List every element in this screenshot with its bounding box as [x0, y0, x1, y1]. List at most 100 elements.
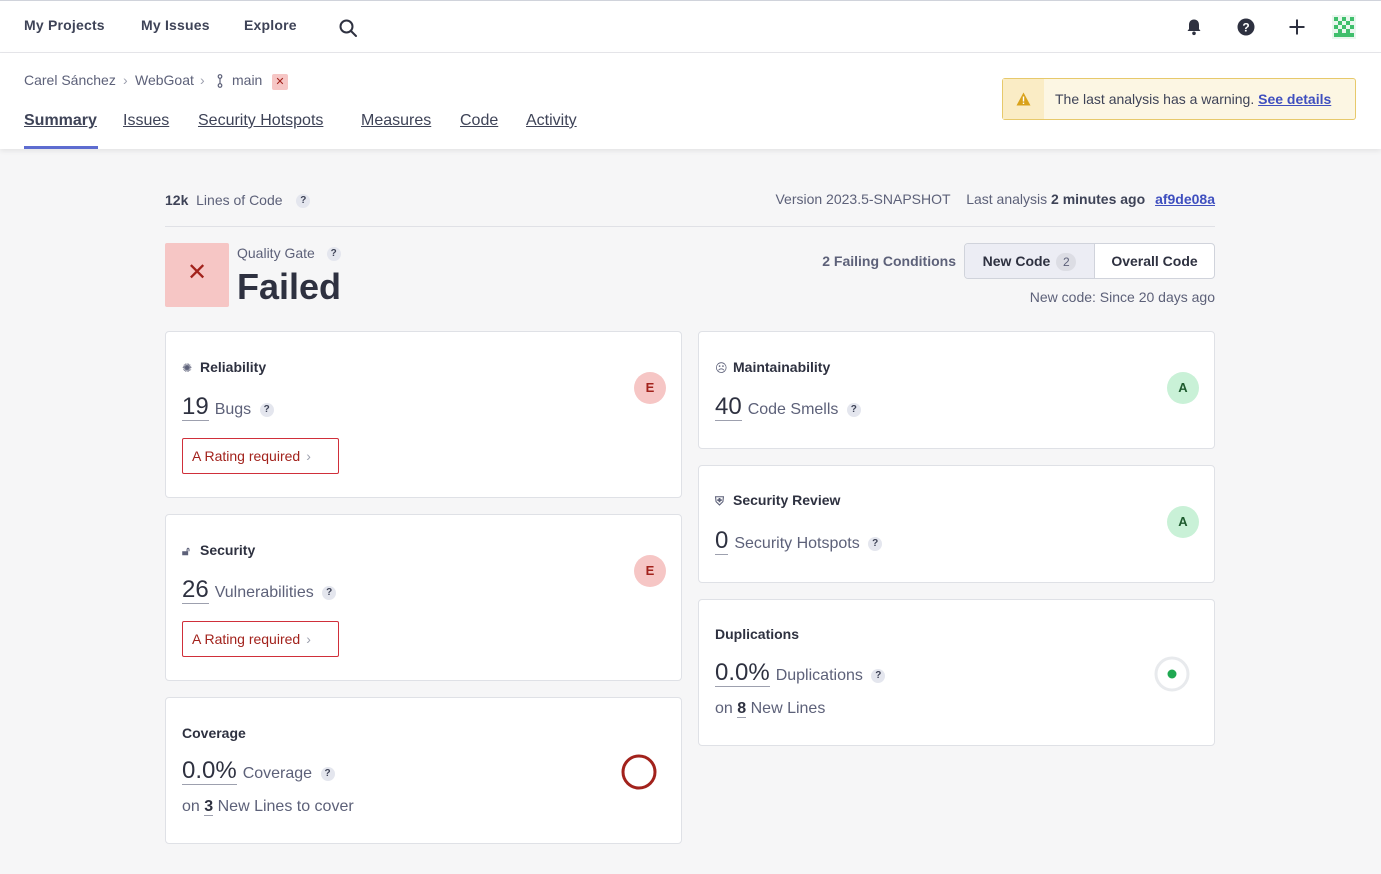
- new-code-since: New code: Since 20 days ago: [1029, 289, 1215, 305]
- breadcrumb-project[interactable]: WebGoat: [135, 72, 194, 88]
- search-icon[interactable]: [338, 18, 358, 38]
- duplications-card: Duplications 0.0% Duplications ? on 8 New…: [698, 599, 1215, 746]
- card-title: Maintainability: [733, 359, 831, 375]
- rating-required-label: A Rating required: [192, 448, 301, 464]
- warning-text-wrapper: The last analysis has a warning. See det…: [1055, 91, 1331, 107]
- quality-gate-label: Quality Gate: [237, 245, 315, 261]
- metric-wrapper: 0 Security Hotspots ?: [715, 527, 883, 555]
- reliability-rating[interactable]: E: [634, 372, 666, 404]
- metric-wrapper: 19 Bugs ?: [182, 393, 274, 421]
- smile-icon: ☹︎: [715, 361, 728, 375]
- help-icon[interactable]: ?: [868, 536, 883, 551]
- avatar[interactable]: [1332, 15, 1356, 39]
- security-review-rating[interactable]: A: [1167, 506, 1199, 538]
- tab-measures[interactable]: Measures: [361, 112, 431, 130]
- security-card: 🔓︎ Security 26 Vulnerabilities ? A Rating …: [165, 514, 682, 681]
- nav-explore[interactable]: Explore: [244, 17, 297, 33]
- card-title: Security Review: [733, 492, 841, 508]
- metric-wrapper: 0.0% Coverage ?: [182, 757, 335, 785]
- bug-icon: ✺: [182, 361, 193, 375]
- new-lines-count[interactable]: 3: [204, 798, 214, 816]
- analysis-meta: Version 2023.5-SNAPSHOT Last analysis 2 …: [775, 191, 1215, 207]
- card-title-wrapper: ✺ Reliability: [182, 359, 266, 375]
- warning-icon: [1016, 92, 1031, 106]
- card-title-wrapper: 🔓︎ Security: [182, 542, 255, 559]
- top-navbar: My Projects My Issues Explore ?: [0, 0, 1381, 53]
- code-smells-value[interactable]: 40: [715, 393, 742, 421]
- card-title: Security: [200, 542, 256, 558]
- failed-status-icon: ✕: [272, 74, 288, 90]
- bugs-value[interactable]: 19: [182, 393, 209, 421]
- security-rating[interactable]: E: [634, 555, 666, 587]
- coverage-value[interactable]: 0.0%: [182, 757, 237, 785]
- loc-label: Lines of Code: [196, 192, 283, 208]
- rating-required-button[interactable]: A Rating required ›: [182, 438, 339, 474]
- on-label: on: [715, 700, 733, 717]
- vulnerabilities-label: Vulnerabilities: [214, 584, 314, 601]
- security-hotspots-value[interactable]: 0: [715, 527, 729, 555]
- vulnerabilities-value[interactable]: 26: [182, 576, 209, 604]
- version-text: Version 2023.5-SNAPSHOT: [775, 191, 951, 207]
- tab-security-hotspots[interactable]: Security Hotspots: [198, 112, 323, 130]
- help-icon[interactable]: ?: [871, 668, 886, 683]
- commit-link[interactable]: af9de08a: [1155, 191, 1215, 207]
- duplications-new-lines: on 8 New Lines: [715, 700, 825, 718]
- nav-my-projects[interactable]: My Projects: [24, 17, 105, 33]
- last-analysis-label: Last analysis: [966, 191, 1048, 207]
- help-icon[interactable]: ?: [320, 766, 335, 781]
- help-icon[interactable]: ?: [1237, 18, 1255, 36]
- warning-text: The last analysis has a warning.: [1055, 91, 1255, 107]
- chevron-right-icon: ›: [123, 72, 128, 88]
- new-code-button[interactable]: New Code 2: [965, 244, 1095, 278]
- new-lines-count[interactable]: 8: [737, 700, 747, 718]
- help-icon[interactable]: ?: [326, 247, 341, 262]
- metric-wrapper: 0.0% Duplications ?: [715, 659, 886, 687]
- nav-my-issues[interactable]: My Issues: [141, 17, 210, 33]
- quality-gate-status-icon: ✕: [165, 243, 229, 307]
- plus-icon[interactable]: [1288, 18, 1306, 36]
- rating-required-button[interactable]: A Rating required ›: [182, 621, 339, 657]
- card-title: Coverage: [182, 725, 246, 741]
- svg-text:?: ?: [1242, 21, 1249, 35]
- new-lines-label: New Lines: [750, 700, 826, 717]
- overall-code-button[interactable]: Overall Code: [1095, 244, 1214, 278]
- tab-summary[interactable]: Summary: [24, 112, 97, 130]
- bugs-label: Bugs: [214, 401, 252, 418]
- security-review-card: ⛨ Security Review 0 Security Hotspots ? A: [698, 465, 1215, 583]
- card-title-wrapper: ☹︎ Maintainability: [715, 359, 830, 375]
- code-smells-label: Code Smells: [747, 401, 839, 418]
- metric-wrapper: 26 Vulnerabilities ?: [182, 576, 337, 604]
- project-header: Carel Sánchez › WebGoat › main ✕ Summary…: [0, 53, 1381, 149]
- metric-wrapper: 40 Code Smells ?: [715, 393, 861, 421]
- bell-icon[interactable]: [1185, 18, 1203, 36]
- tab-activity[interactable]: Activity: [526, 112, 577, 130]
- on-label: on: [182, 798, 200, 815]
- chevron-right-icon: ›: [200, 72, 205, 88]
- divider: [165, 226, 1215, 227]
- tab-issues[interactable]: Issues: [123, 112, 169, 130]
- new-lines-label: New Lines to cover: [217, 798, 354, 815]
- see-details-link[interactable]: See details: [1258, 91, 1331, 107]
- help-icon[interactable]: ?: [322, 585, 337, 600]
- help-icon[interactable]: ?: [259, 402, 274, 417]
- lines-of-code: 12k Lines of Code ?: [165, 192, 311, 209]
- card-title: Reliability: [200, 359, 267, 375]
- last-analysis-time: 2 minutes ago: [1051, 191, 1146, 207]
- breadcrumb-org[interactable]: Carel Sánchez: [24, 72, 116, 88]
- maintainability-rating[interactable]: A: [1167, 372, 1199, 404]
- duplications-label: Duplications: [775, 667, 863, 684]
- help-icon[interactable]: ?: [296, 194, 311, 209]
- coverage-card: Coverage 0.0% Coverage ? on 3 New Lines t…: [165, 697, 682, 844]
- shield-icon: ⛨: [715, 494, 725, 508]
- breadcrumb-branch[interactable]: main: [232, 72, 262, 88]
- coverage-label: Coverage: [242, 765, 313, 782]
- duplications-value[interactable]: 0.0%: [715, 659, 770, 687]
- failing-conditions: 2 Failing Conditions: [822, 253, 956, 269]
- tab-code[interactable]: Code: [460, 112, 498, 130]
- new-code-count: 2: [1056, 253, 1077, 271]
- rating-required-label: A Rating required: [192, 631, 301, 647]
- card-title: Duplications: [715, 626, 800, 642]
- lock-icon: 🔓︎: [182, 544, 190, 558]
- help-icon[interactable]: ?: [846, 402, 861, 417]
- quality-gate-label-wrapper: Quality Gate ?: [237, 245, 341, 262]
